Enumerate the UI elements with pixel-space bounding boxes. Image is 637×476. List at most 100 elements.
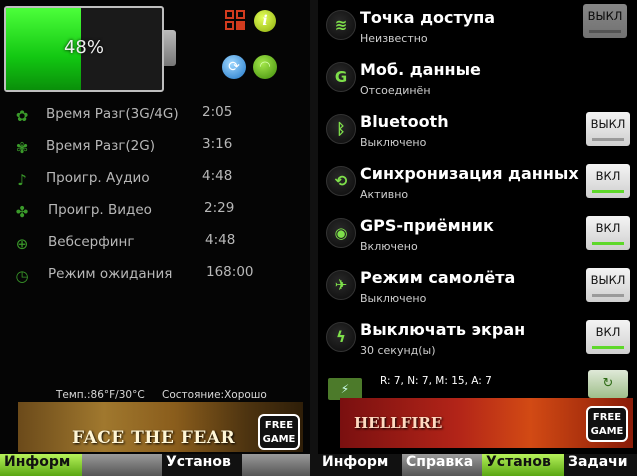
sync-toggle-button[interactable]: ВКЛ (586, 164, 630, 198)
toggle-title: GPS-приёмник (360, 216, 494, 235)
usage-value: 2:29 (204, 200, 235, 216)
gps-icon: ◉ (326, 218, 356, 248)
toggle-gps[interactable]: ◉ GPS-приёмник Включено ВКЛ (318, 208, 637, 260)
left-tab-bar: Информ Установ (0, 454, 310, 476)
tab-info[interactable]: Информ (0, 454, 82, 476)
bluetooth-toggle-button[interactable]: ВЫКЛ (586, 112, 630, 146)
usage-value: 3:16 (202, 136, 233, 152)
usage-row-standby: ◷ Режим ожидания 168:00 (0, 260, 300, 292)
toggle-title: Bluetooth (360, 112, 449, 131)
tab-settings[interactable]: Установ (162, 454, 242, 476)
battery-gauge: 48% (4, 6, 164, 92)
screen-timeout-toggle-button[interactable]: ВКЛ (586, 320, 630, 354)
ad-title: FACE THE FEAR (72, 428, 236, 448)
mode-stats-text: R: 7, N: 7, M: 15, A: 7 (380, 375, 492, 387)
toggle-title: Режим самолёта (360, 268, 516, 287)
toggle-title: Выключать экран (360, 320, 526, 339)
toggle-button-label: ВКЛ (595, 221, 621, 235)
info-icon[interactable]: i (254, 10, 276, 32)
toggle-bluetooth[interactable]: ᛒ Bluetooth Выключено ВЫКЛ (318, 104, 637, 156)
wifi-hotspot-icon: ≋ (326, 10, 356, 40)
wifi-shield-icon[interactable]: ◠ (253, 55, 277, 79)
sync-icon: ⟲ (326, 166, 356, 196)
toggles-panel: ≋ Точка доступа Неизвестно ВЫКЛ G Моб. д… (318, 0, 637, 476)
tab-settings[interactable]: Установ (482, 454, 564, 476)
tab-help[interactable] (82, 454, 162, 476)
toggle-button-label: ВЫКЛ (587, 9, 623, 23)
usage-label: Вебсерфинг (48, 234, 135, 250)
film-reel-icon: ✤ (15, 203, 29, 221)
mobile-data-icon: G (326, 62, 356, 92)
battery-info-panel: 48% i ⟳ ◠ ✿ Время Разг(3G/4G) 2:05 ✾ Вре… (0, 0, 310, 476)
badge-line: GAME (262, 434, 296, 445)
usage-row-video: ✤ Проигр. Видео 2:29 (0, 196, 300, 228)
toggle-screen-timeout[interactable]: ϟ Выключать экран 30 секунд(ы) ВКЛ (318, 312, 637, 364)
toggle-sync[interactable]: ⟲ Синхронизация данных Активно ВКЛ (318, 156, 637, 208)
usage-label: Проигр. Видео (48, 202, 152, 218)
condition-text: Состояние:Хорошо (162, 389, 267, 401)
usage-row-talk-2g: ✾ Время Разг(2G) 3:16 (0, 132, 300, 164)
temperature-text: Темп.:86°F/30°C (56, 389, 145, 401)
toggle-title: Синхронизация данных (360, 164, 579, 183)
ad-banner-face-the-fear[interactable]: FACE THE FEAR FREE GAME (18, 402, 303, 452)
toggle-subtitle: Отсоединён (360, 84, 431, 97)
battery-terminal (164, 30, 176, 66)
battery-percent: 48% (63, 37, 104, 58)
toggle-button-label: ВКЛ (595, 325, 621, 339)
widgets-grid-icon[interactable] (225, 10, 247, 32)
music-note-icon: ♪ (17, 171, 27, 189)
mode-stats-strip: ⚡ R: 7, N: 7, M: 15, A: 7 ↻ (318, 370, 637, 400)
usage-value: 4:48 (202, 168, 233, 184)
tab-tasks[interactable]: Задачи (564, 454, 637, 476)
usage-row-web: ⊕ Вебсерфинг 4:48 (0, 228, 300, 260)
usage-time-list: ✿ Время Разг(3G/4G) 2:05 ✾ Время Разг(2G… (0, 100, 300, 292)
right-tab-bar: Информ Справка Установ Задачи (318, 454, 637, 476)
free-game-badge: FREE GAME (258, 414, 300, 450)
power-mode-button[interactable]: ↻ (588, 370, 628, 398)
toggle-airplane-mode[interactable]: ✈ Режим самолёта Выключено ВЫКЛ (318, 260, 637, 312)
toggle-hotspot[interactable]: ≋ Точка доступа Неизвестно ВЫКЛ (318, 0, 637, 52)
usage-label: Проигр. Аудио (46, 170, 150, 186)
clock-icon: ◷ (15, 267, 29, 285)
panel-divider (310, 0, 318, 476)
hotspot-toggle-button[interactable]: ВЫКЛ (583, 4, 627, 38)
toggle-subtitle: Выключено (360, 136, 427, 149)
tab-help[interactable]: Справка (402, 454, 482, 476)
chat-bubbles-icon: ✾ (15, 139, 29, 157)
badge-line: FREE (592, 412, 622, 423)
chat-bubble-icon: ✿ (15, 107, 29, 125)
lightning-icon: ϟ (326, 322, 356, 352)
power-mode-icon[interactable]: ⚡ (328, 378, 362, 400)
usage-label: Время Разг(2G) (46, 138, 156, 154)
airplane-icon: ✈ (326, 270, 356, 300)
ad-title: HELLFIRE (354, 414, 443, 432)
toggle-subtitle: Выключено (360, 292, 427, 305)
globe-icon: ⊕ (15, 235, 29, 253)
sync-icon[interactable]: ⟳ (222, 55, 246, 79)
tab-info[interactable]: Информ (318, 454, 402, 476)
usage-value: 168:00 (206, 264, 254, 280)
bluetooth-icon: ᛒ (326, 114, 356, 144)
airplane-toggle-button[interactable]: ВЫКЛ (586, 268, 630, 302)
toggle-button-label: ВКЛ (595, 169, 621, 183)
usage-label: Время Разг(3G/4G) (46, 106, 179, 122)
toggle-button-label: ВЫКЛ (590, 117, 626, 131)
free-game-badge: FREE GAME (586, 406, 628, 442)
usage-row-talk-3g: ✿ Время Разг(3G/4G) 2:05 (0, 100, 300, 132)
usage-value: 2:05 (202, 104, 233, 120)
badge-line: FREE (264, 420, 294, 431)
toggle-mobile-data[interactable]: G Моб. данные Отсоединён (318, 52, 637, 104)
toggle-subtitle: Неизвестно (360, 32, 428, 45)
usage-row-audio: ♪ Проигр. Аудио 4:48 (0, 164, 300, 196)
badge-line: GAME (590, 426, 624, 437)
gps-toggle-button[interactable]: ВКЛ (586, 216, 630, 250)
toggle-title: Точка доступа (360, 8, 496, 27)
usage-value: 4:48 (205, 232, 236, 248)
toggle-subtitle: Активно (360, 188, 409, 201)
toggle-subtitle: 30 секунд(ы) (360, 344, 436, 357)
toggle-button-label: ВЫКЛ (590, 273, 626, 287)
tab-tasks[interactable] (242, 454, 310, 476)
ad-banner-hellfire[interactable]: HELLFIRE FREE GAME (340, 398, 633, 448)
toggle-subtitle: Включено (360, 240, 418, 253)
usage-label: Режим ожидания (48, 266, 173, 282)
